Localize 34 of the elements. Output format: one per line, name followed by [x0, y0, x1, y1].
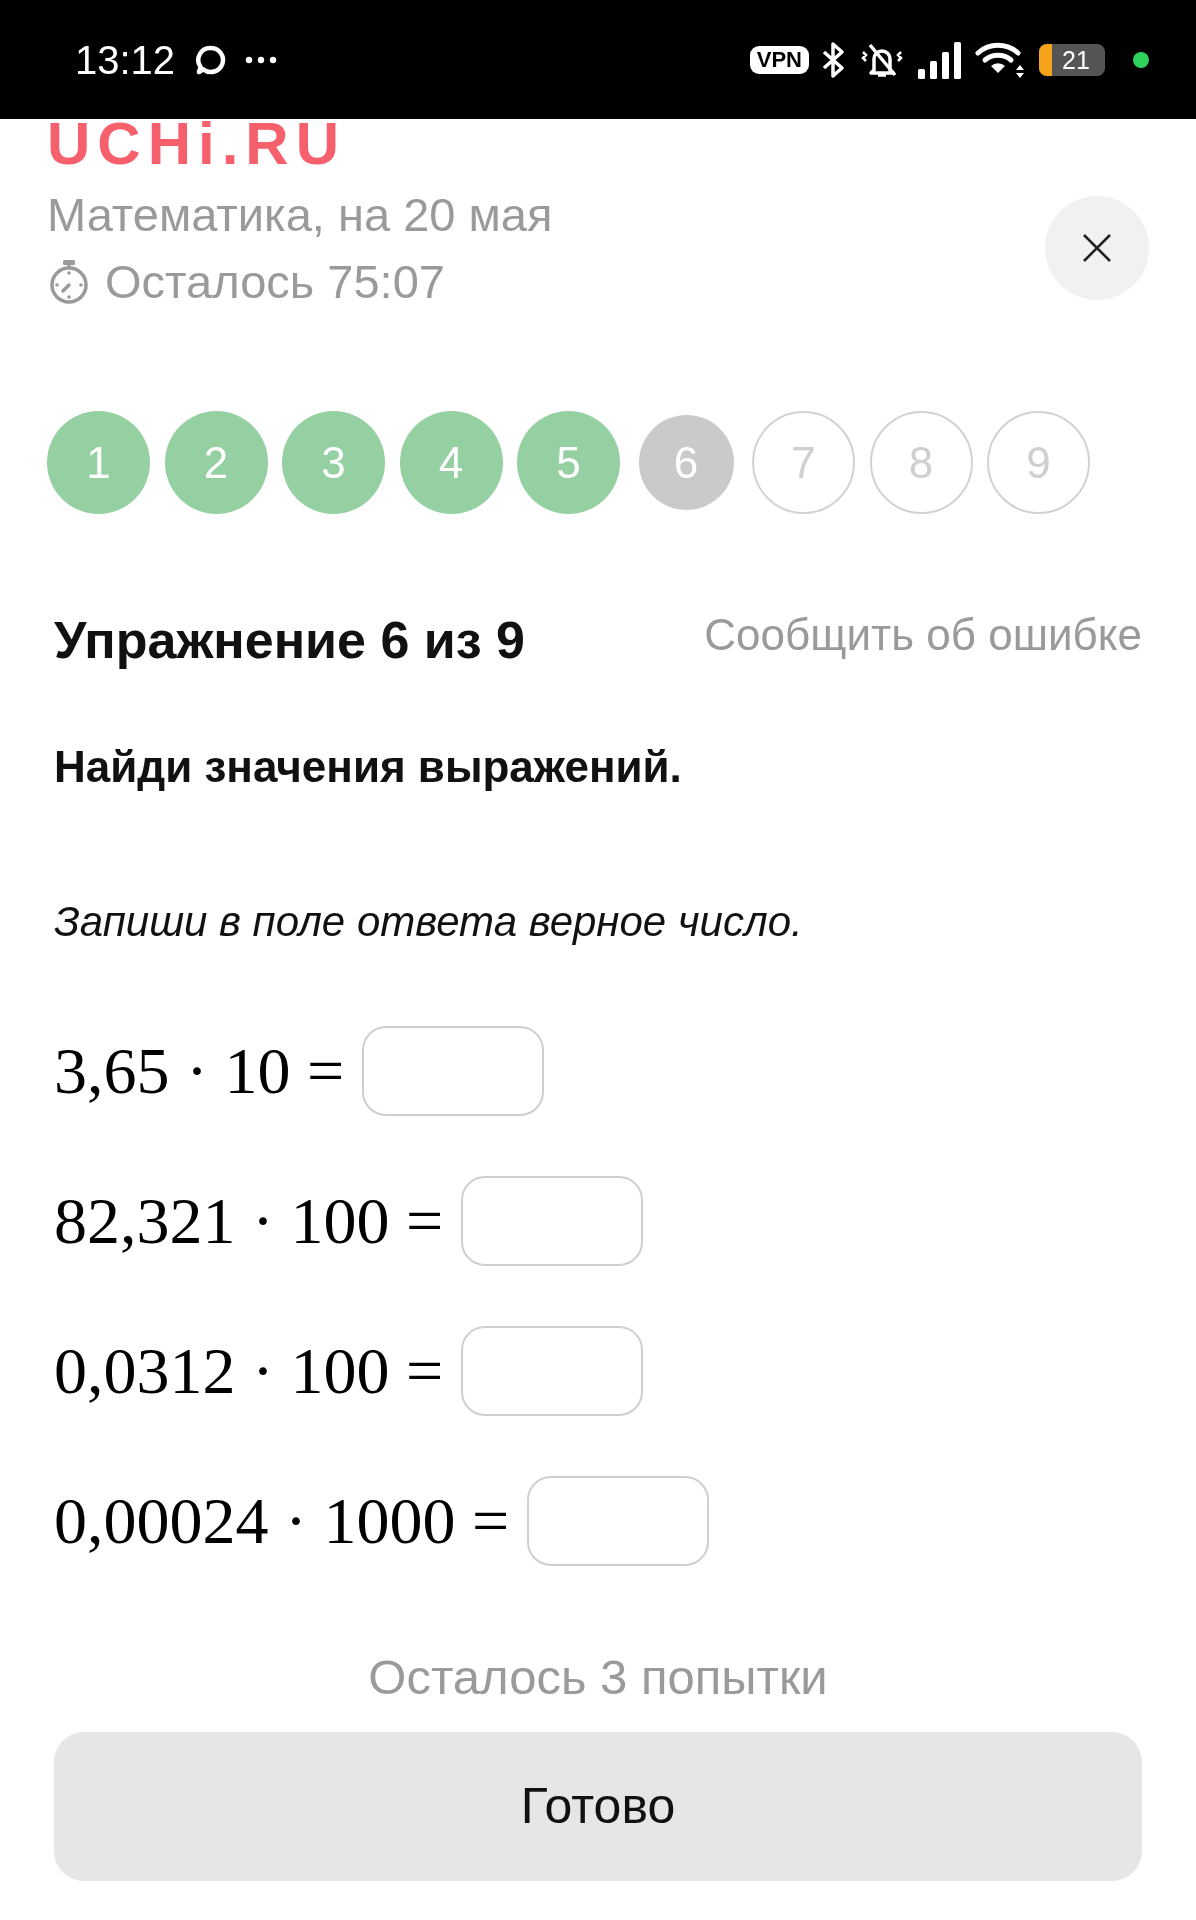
report-error-link[interactable]: Сообщить об ошибке	[704, 609, 1142, 661]
more-dots-icon	[245, 55, 278, 64]
task-text: Найди значения выражений.	[54, 741, 683, 793]
stopwatch-icon	[47, 258, 91, 305]
timer-text: Осталось 75:07	[105, 254, 445, 310]
exercise-title: Упражнение 6 из 9	[54, 610, 525, 671]
step-button[interactable]: 2	[164, 411, 268, 514]
answer-input-field[interactable]	[461, 1326, 644, 1416]
instruction-text: Запиши в поле ответа верное число.	[54, 897, 804, 947]
math-expression: 0,00024 · 1000 =	[54, 1483, 510, 1559]
logo-text: UCHi.RU	[47, 119, 347, 169]
step-button[interactable]: 4	[399, 411, 503, 514]
signal-bars-icon	[917, 40, 963, 79]
math-expression: 82,321 · 100 =	[54, 1183, 444, 1259]
step-button[interactable]: 5	[517, 411, 620, 514]
bluetooth-icon	[821, 40, 847, 79]
wifi-icon	[975, 40, 1027, 79]
answer-input-field[interactable]	[527, 1476, 710, 1566]
math-expression: 0,0312 · 100 =	[54, 1333, 444, 1409]
vpn-badge: VPN	[749, 45, 809, 74]
math-expression: 3,65 · 10 =	[54, 1033, 345, 1109]
chat-bubble-icon	[195, 43, 228, 76]
status-time: 13:12	[75, 36, 176, 84]
battery-charge-fill	[1039, 43, 1052, 76]
status-dot-icon	[1133, 51, 1149, 68]
done-button[interactable]: Готово	[54, 1732, 1142, 1881]
answer-input-field[interactable]	[362, 1026, 545, 1116]
step-button[interactable]: 3	[282, 411, 385, 514]
answer-input-field[interactable]	[461, 1176, 644, 1266]
subject-date-text: Математика, на 20 мая	[47, 187, 553, 243]
battery-level-text: 21	[1062, 44, 1090, 76]
close-icon	[1082, 233, 1112, 263]
attempts-left-text: Осталось 3 попытки	[367, 1649, 829, 1706]
step-button[interactable]: 1	[47, 411, 150, 514]
